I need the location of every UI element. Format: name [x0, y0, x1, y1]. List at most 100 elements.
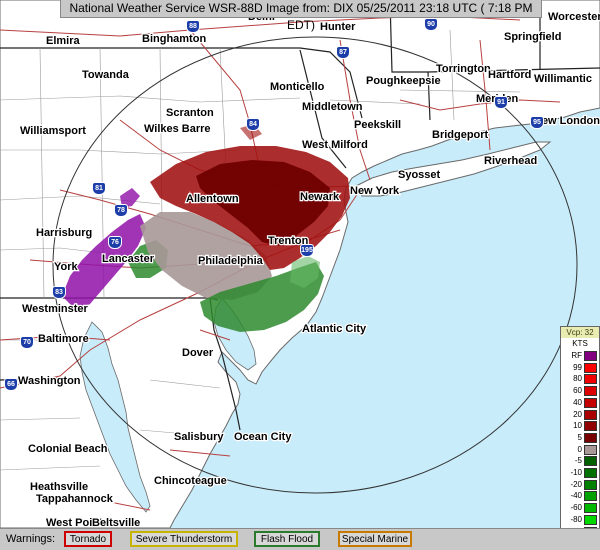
city-label: Willimantic	[534, 73, 592, 85]
legend-entry: 80	[561, 373, 599, 385]
city-label: Torrington	[436, 63, 491, 75]
city-label: New York	[350, 185, 400, 197]
legend-entry: -80	[561, 514, 599, 526]
warning-flash-flood-button[interactable]: Flash Flood	[254, 531, 320, 547]
legend-entry-label: -10	[570, 468, 582, 477]
legend-color-swatch	[584, 351, 597, 361]
legend-entry-label: 99	[573, 362, 582, 372]
interstate-shield: 66	[4, 378, 18, 391]
city-label: Hartford	[488, 69, 531, 81]
city-label: Springfield	[504, 31, 561, 43]
legend-entry: 10	[561, 420, 599, 432]
legend-entry-label: 80	[573, 374, 582, 384]
city-label: Atlantic City	[302, 323, 367, 335]
legend-entry: -40	[561, 490, 599, 502]
city-label: Dover	[182, 347, 214, 359]
city-label: Newark	[300, 191, 340, 203]
legend-entry-label: 0	[577, 444, 582, 454]
legend-entry: 0	[561, 444, 599, 456]
city-label: Poughkeepsie	[366, 75, 441, 87]
interstate-shield: 87	[336, 46, 350, 59]
radar-viewer: Elmira Binghamton Delhi Hunter Worcester…	[0, 0, 600, 550]
radar-map: Elmira Binghamton Delhi Hunter Worcester…	[0, 0, 600, 528]
warnings-label: Warnings:	[6, 533, 56, 545]
city-label: Bridgeport	[432, 129, 489, 141]
legend-entry-label: -40	[570, 491, 582, 501]
legend-entry: RF	[561, 350, 599, 362]
legend-vcp: Vcp: 32	[561, 327, 599, 338]
legend-entry-label: -5	[574, 456, 582, 466]
city-label: Beltsville	[92, 517, 140, 528]
legend-entry-label: -80	[570, 514, 582, 524]
city-label: West Milford	[302, 139, 368, 151]
interstate-shield: 91	[494, 96, 508, 109]
city-label: Tappahannock	[36, 493, 114, 505]
legend-entry-label: RF	[571, 351, 582, 360]
legend-entry-label: 10	[573, 421, 582, 431]
legend-entry: 40	[561, 397, 599, 409]
city-label: Middletown	[302, 101, 363, 113]
city-label: Harrisburg	[36, 227, 92, 239]
legend-color-swatch	[584, 479, 597, 490]
interstate-shield: 81	[92, 182, 106, 195]
city-label: Philadelphia	[198, 255, 264, 267]
legend-entry-label: -20	[570, 479, 582, 489]
legend-color-swatch	[584, 362, 597, 373]
city-label: Scranton	[166, 107, 214, 119]
image-title: National Weather Service WSR-88D Image f…	[60, 0, 542, 32]
city-label: Binghamton	[142, 33, 206, 45]
legend-entry-label: 20	[573, 409, 582, 419]
city-label: Hunter	[320, 21, 356, 33]
legend-color-swatch	[584, 409, 597, 420]
legend-color-swatch	[584, 456, 597, 467]
interstate-shield: 83	[52, 286, 66, 299]
legend-color-swatch	[584, 421, 597, 432]
legend-color-swatch	[584, 386, 597, 397]
warnings-bar: Warnings: Tornado Severe Thunderstorm Fl…	[0, 528, 600, 550]
interstate-shield: 95	[530, 116, 544, 129]
legend-color-swatch	[584, 491, 597, 502]
legend-color-swatch	[584, 514, 597, 525]
legend-entry: 60	[561, 385, 599, 397]
city-label: Ocean City	[234, 431, 292, 443]
legend-entry: 5	[561, 432, 599, 444]
city-label: Chincoteague	[154, 475, 227, 487]
legend-entry: -10	[561, 467, 599, 479]
city-label: Towanda	[82, 69, 130, 81]
interstate-shield: 70	[20, 336, 34, 349]
legend-color-swatch	[584, 468, 597, 478]
city-label: Worcester	[548, 11, 600, 23]
legend-color-swatch	[584, 503, 597, 514]
city-label: York	[54, 261, 79, 273]
city-label: Colonial Beach	[28, 443, 108, 455]
legend-color-swatch	[584, 374, 597, 385]
city-label: Peekskill	[354, 119, 401, 131]
interstate-shield: 78	[114, 204, 128, 217]
legend-entry: -60	[561, 502, 599, 514]
city-label: Washington	[18, 375, 81, 387]
city-label: Monticello	[270, 81, 325, 93]
city-label: Heathsville	[30, 481, 88, 493]
city-label: Lancaster	[102, 253, 155, 265]
warning-special-marine-button[interactable]: Special Marine	[338, 531, 412, 547]
city-label: Syosset	[398, 169, 441, 181]
legend-color-swatch	[584, 397, 597, 408]
legend-entry: -20	[561, 479, 599, 491]
legend-entry-label: 5	[577, 432, 582, 442]
interstate-shield: 76	[108, 236, 122, 249]
city-label: Salisbury	[174, 431, 224, 443]
legend-color-swatch	[584, 444, 597, 455]
warning-tornado-button[interactable]: Tornado	[64, 531, 112, 547]
interstate-shield: 195	[300, 244, 314, 257]
legend-entry-label: 60	[573, 386, 582, 396]
warning-severe-thunderstorm-button[interactable]: Severe Thunderstorm	[130, 531, 238, 547]
legend-units: KTS	[572, 339, 588, 348]
interstate-shield: 88	[186, 20, 200, 33]
legend-entry: 20	[561, 409, 599, 421]
city-label: Allentown	[186, 193, 239, 205]
legend-entry: 99	[561, 362, 599, 374]
interstate-shield: 84	[246, 118, 260, 131]
city-label: Westminster	[22, 303, 89, 315]
legend-entry: -5	[561, 455, 599, 467]
city-label: Wilkes Barre	[144, 123, 211, 135]
